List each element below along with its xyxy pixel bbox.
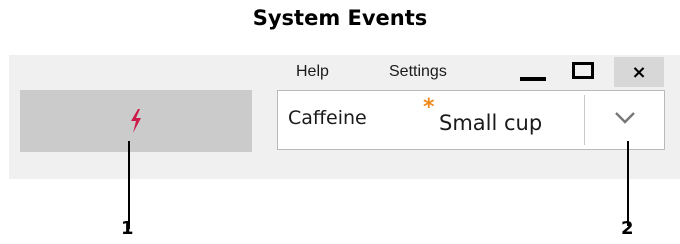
window-title: System Events — [252, 6, 428, 30]
maximize-button[interactable] — [566, 59, 602, 85]
minimize-button[interactable] — [515, 59, 551, 85]
callout-label-1: 1 — [121, 218, 134, 239]
close-icon: × — [631, 61, 647, 83]
menu-help[interactable]: Help — [296, 63, 329, 81]
asterisk-marker: * — [423, 95, 435, 120]
dropdown-label: Caffeine — [288, 107, 367, 129]
callout-line-1 — [128, 141, 130, 229]
caffeine-toggle-button[interactable] — [20, 90, 252, 152]
chevron-down-icon[interactable] — [614, 111, 636, 125]
lightning-icon — [131, 109, 141, 133]
callout-label-2: 2 — [621, 218, 634, 239]
cup-size-dropdown[interactable]: Caffeine * Small cup — [277, 90, 665, 150]
close-button[interactable]: × — [614, 57, 664, 87]
callout-line-2 — [627, 141, 629, 226]
dropdown-separator — [584, 95, 585, 145]
dropdown-selected-value: Small cup — [439, 111, 543, 135]
menu-settings[interactable]: Settings — [389, 63, 447, 81]
